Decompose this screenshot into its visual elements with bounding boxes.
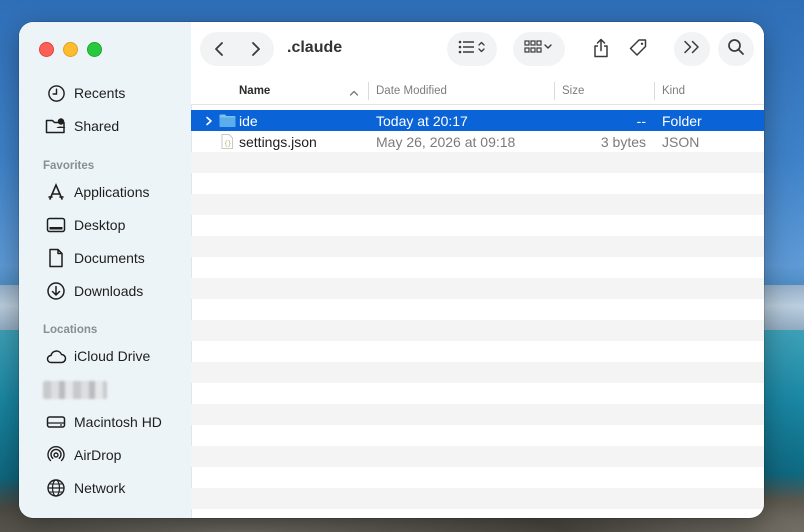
- file-size: 3 bytes: [600, 133, 646, 150]
- share-icon: [593, 38, 609, 63]
- group-by-button[interactable]: [513, 32, 565, 66]
- column-divider[interactable]: [654, 82, 655, 100]
- view-options-button[interactable]: [447, 32, 497, 66]
- minimize-button[interactable]: [63, 42, 78, 57]
- window-title: .claude: [287, 39, 343, 56]
- column-name[interactable]: Name: [239, 78, 270, 104]
- column-kind[interactable]: Kind: [662, 78, 685, 104]
- column-size[interactable]: Size: [562, 78, 584, 104]
- sidebar-item-shared[interactable]: Shared: [45, 114, 119, 138]
- double-chevron-right-icon: [683, 40, 701, 59]
- sidebar-item-label: Network: [74, 480, 126, 496]
- sidebar-item-network[interactable]: Network: [45, 476, 125, 500]
- empty-row: [191, 278, 764, 299]
- sidebar-item-label: Documents: [74, 250, 145, 266]
- search-icon: [727, 38, 745, 61]
- file-kind: JSON: [662, 133, 700, 150]
- empty-row: [191, 194, 764, 215]
- sidebar-item-label: Desktop: [74, 217, 126, 233]
- search-button[interactable]: [718, 32, 754, 66]
- sidebar-item-documents[interactable]: Documents: [45, 246, 145, 270]
- sidebar-item-applications[interactable]: Applications: [45, 180, 150, 204]
- tag-icon: [628, 38, 648, 63]
- empty-row: [191, 320, 764, 341]
- navigation-group: [200, 32, 274, 66]
- sidebar-item-airdrop[interactable]: AirDrop: [45, 443, 121, 467]
- empty-row: [191, 446, 764, 467]
- column-divider[interactable]: [554, 82, 555, 100]
- share-button[interactable]: [588, 37, 614, 63]
- download-icon: [45, 280, 67, 302]
- empty-row: [191, 215, 764, 236]
- file-list: ide Today at 20:17 -- Folder {} settings…: [191, 109, 764, 518]
- empty-row: [191, 404, 764, 425]
- empty-row: [191, 299, 764, 320]
- applications-icon: [45, 181, 67, 203]
- sidebar-item-macintosh-hd[interactable]: Macintosh HD: [45, 410, 162, 434]
- json-file-icon: {}: [221, 131, 233, 152]
- sidebar-item-label: Macintosh HD: [74, 414, 162, 430]
- chevron-left-icon: [214, 42, 223, 56]
- file-date-modified: May 26, 2026 at 09:18: [376, 133, 516, 150]
- toolbar: .claude: [191, 22, 764, 78]
- desktop-icon: [45, 214, 67, 236]
- empty-row: [191, 152, 764, 173]
- clock-icon: [45, 82, 67, 104]
- file-row-settings-json[interactable]: {} settings.json May 26, 2026 at 09:18 3…: [191, 131, 764, 152]
- tag-button[interactable]: [625, 37, 651, 63]
- sidebar-item-icloud-drive[interactable]: iCloud Drive: [45, 344, 150, 368]
- file-kind: Folder: [662, 112, 702, 129]
- hard-drive-icon: [45, 411, 67, 433]
- empty-row: [191, 467, 764, 488]
- file-name: ide: [239, 112, 258, 129]
- column-divider[interactable]: [368, 82, 369, 100]
- more-toolbar-items-button[interactable]: [674, 32, 710, 66]
- empty-row: [191, 488, 764, 509]
- chevron-right-icon: [251, 42, 260, 56]
- redacted-device-label[interactable]: [43, 381, 107, 399]
- file-size: --: [636, 112, 646, 129]
- folder-icon: [219, 110, 236, 131]
- empty-row: [191, 425, 764, 446]
- empty-row: [191, 173, 764, 194]
- sidebar-item-recents[interactable]: Recents: [45, 81, 125, 105]
- grid-view-icon: [524, 39, 554, 60]
- locations-heading: Locations: [43, 324, 98, 336]
- back-button[interactable]: [200, 32, 237, 66]
- empty-row: [191, 257, 764, 278]
- svg-text:{}: {}: [224, 140, 231, 147]
- file-row-ide[interactable]: ide Today at 20:17 -- Folder: [191, 110, 764, 131]
- sidebar-item-label: Applications: [74, 184, 150, 200]
- cloud-icon: [45, 345, 67, 367]
- disclosure-triangle-icon[interactable]: [205, 110, 213, 131]
- column-date-modified[interactable]: Date Modified: [376, 78, 447, 104]
- empty-row: [191, 341, 764, 362]
- empty-row: [191, 236, 764, 257]
- close-button[interactable]: [39, 42, 54, 57]
- sort-ascending-icon[interactable]: [349, 85, 359, 103]
- favorites-heading: Favorites: [43, 160, 95, 172]
- globe-icon: [45, 477, 67, 499]
- sidebar-item-label: AirDrop: [74, 447, 122, 463]
- empty-row: [191, 383, 764, 404]
- file-name: settings.json: [239, 133, 317, 150]
- shared-folder-icon: [45, 115, 67, 137]
- column-header: Name Date Modified Size Kind: [191, 78, 764, 105]
- sidebar-item-label: Recents: [74, 85, 126, 101]
- forward-button[interactable]: [237, 32, 274, 66]
- empty-row: [191, 362, 764, 383]
- list-view-icon: [457, 39, 487, 60]
- zoom-button[interactable]: [87, 42, 102, 57]
- sidebar-item-label: Downloads: [74, 283, 144, 299]
- sidebar-item-label: Shared: [74, 118, 120, 134]
- finder-window: Recents Shared Favorites Applications De…: [19, 22, 764, 518]
- document-icon: [45, 247, 67, 269]
- sidebar-item-label: iCloud Drive: [74, 348, 151, 364]
- sidebar-item-desktop[interactable]: Desktop: [45, 213, 125, 237]
- airdrop-icon: [45, 444, 67, 466]
- sidebar-item-downloads[interactable]: Downloads: [45, 279, 143, 303]
- sidebar: Recents Shared Favorites Applications De…: [19, 22, 192, 518]
- file-date-modified: Today at 20:17: [376, 112, 468, 129]
